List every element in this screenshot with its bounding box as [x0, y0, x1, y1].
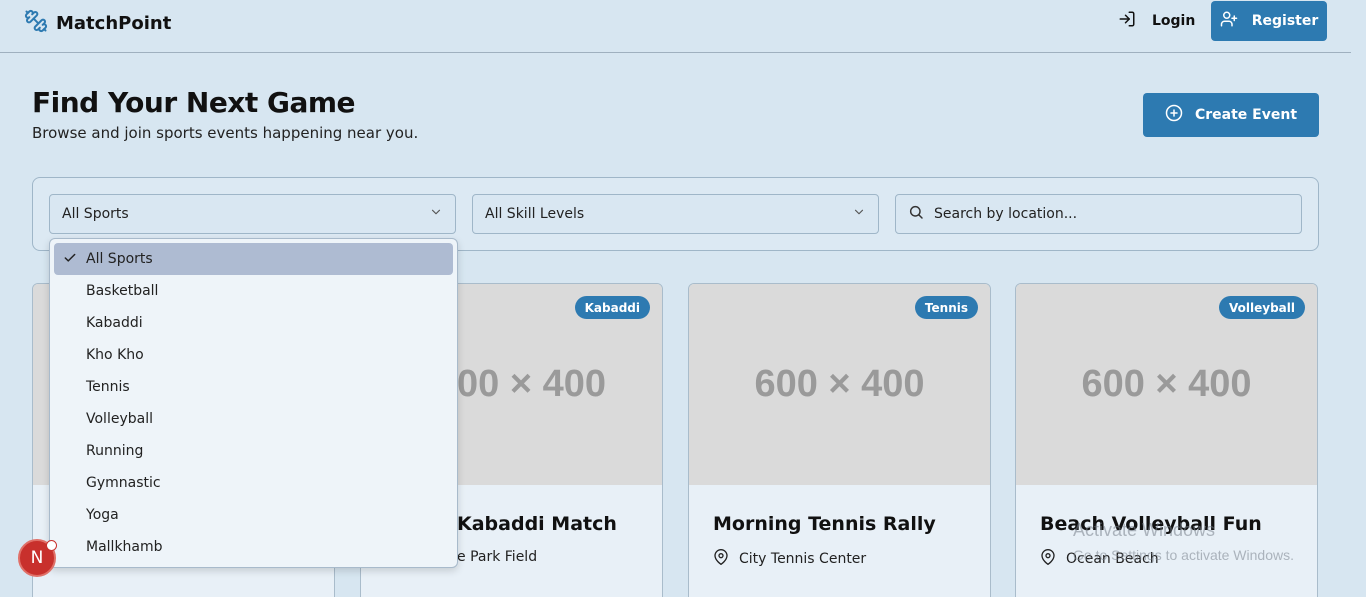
- sport-option-label: Tennis: [86, 379, 130, 395]
- search-icon: [908, 204, 924, 224]
- sport-badge: Volleyball: [1219, 296, 1305, 319]
- dumbbell-icon: [24, 9, 48, 37]
- sport-dropdown-menu: All Sports Basketball Kabaddi Kho Kho Te…: [49, 238, 458, 568]
- location-search-placeholder: Search by location...: [934, 206, 1078, 222]
- watermark-title: Activate Windows: [1073, 520, 1216, 540]
- watermark-subtitle: Go to Settings to activate Windows.: [1073, 547, 1294, 563]
- sport-badge: Kabaddi: [574, 296, 650, 319]
- sport-option[interactable]: Kabaddi: [54, 307, 453, 339]
- sport-option-label: Basketball: [86, 283, 159, 299]
- skill-level-select[interactable]: All Skill Levels: [472, 194, 879, 234]
- page-title: Find Your Next Game: [32, 86, 356, 119]
- chevron-down-icon: [852, 205, 866, 223]
- chevron-down-icon: [429, 205, 443, 223]
- sport-option[interactable]: Basketball: [54, 275, 453, 307]
- sport-select[interactable]: All Sports: [49, 194, 456, 234]
- sport-option-label: Mallkhamb: [86, 539, 163, 555]
- sport-option[interactable]: Gymnastic: [54, 467, 453, 499]
- map-pin-icon: [713, 549, 729, 569]
- event-title: Morning Tennis Rally: [713, 513, 936, 535]
- map-pin-icon: [1040, 549, 1056, 569]
- sport-option-label: Gymnastic: [86, 475, 161, 491]
- login-icon: [1118, 10, 1136, 32]
- image-placeholder-text: 600 × 400: [1081, 363, 1252, 405]
- location-text: City Tennis Center: [739, 551, 867, 567]
- sport-option[interactable]: Tennis: [54, 371, 453, 403]
- image-placeholder-text: 00 × 400: [457, 363, 606, 405]
- sport-option-label: All Sports: [86, 251, 153, 267]
- location-search-input[interactable]: Search by location...: [895, 194, 1302, 234]
- event-location: e Park Field: [457, 549, 537, 565]
- skill-select-value: All Skill Levels: [485, 206, 585, 222]
- sport-option[interactable]: Volleyball: [54, 403, 453, 435]
- login-label: Login: [1152, 13, 1196, 29]
- sport-option-label: Kho Kho: [86, 347, 144, 363]
- notification-dot: [46, 540, 57, 551]
- brand-name: MatchPoint: [56, 12, 172, 34]
- event-location: City Tennis Center: [713, 549, 866, 569]
- login-link[interactable]: Login: [1118, 11, 1195, 31]
- check-icon: [63, 251, 77, 269]
- location-text: e Park Field: [457, 549, 538, 565]
- sport-option-label: Yoga: [86, 507, 119, 523]
- activate-windows-watermark: Activate Windows Go to Settings to activ…: [1073, 520, 1294, 563]
- create-event-label: Create Event: [1194, 107, 1298, 123]
- sport-option[interactable]: Yoga: [54, 499, 453, 531]
- sport-option-label: Running: [86, 443, 144, 459]
- sport-option[interactable]: Kho Kho: [54, 339, 453, 371]
- create-event-button[interactable]: Create Event: [1143, 93, 1319, 137]
- sport-badge: Tennis: [914, 296, 978, 319]
- sport-option[interactable]: Running: [54, 435, 453, 467]
- sport-option-label: Kabaddi: [86, 315, 143, 331]
- sport-select-value: All Sports: [62, 206, 129, 222]
- sport-option[interactable]: Mallkhamb: [54, 531, 453, 563]
- page-subtitle: Browse and join sports events happening …: [32, 124, 419, 142]
- avatar-initial: N: [30, 548, 44, 568]
- register-label: Register: [1251, 13, 1319, 29]
- brand-logo[interactable]: MatchPoint: [24, 9, 171, 37]
- sport-option[interactable]: All Sports: [54, 243, 453, 275]
- sport-option-label: Volleyball: [86, 411, 153, 427]
- plus-circle-icon: [1165, 104, 1183, 126]
- event-title: Kabaddi Match: [457, 513, 617, 535]
- register-button[interactable]: Register: [1211, 1, 1327, 41]
- image-placeholder-text: 600 × 400: [754, 363, 925, 405]
- event-card[interactable]: 600 × 400 Tennis Morning Tennis Rally Ci…: [688, 283, 991, 597]
- user-plus-icon: [1220, 10, 1238, 32]
